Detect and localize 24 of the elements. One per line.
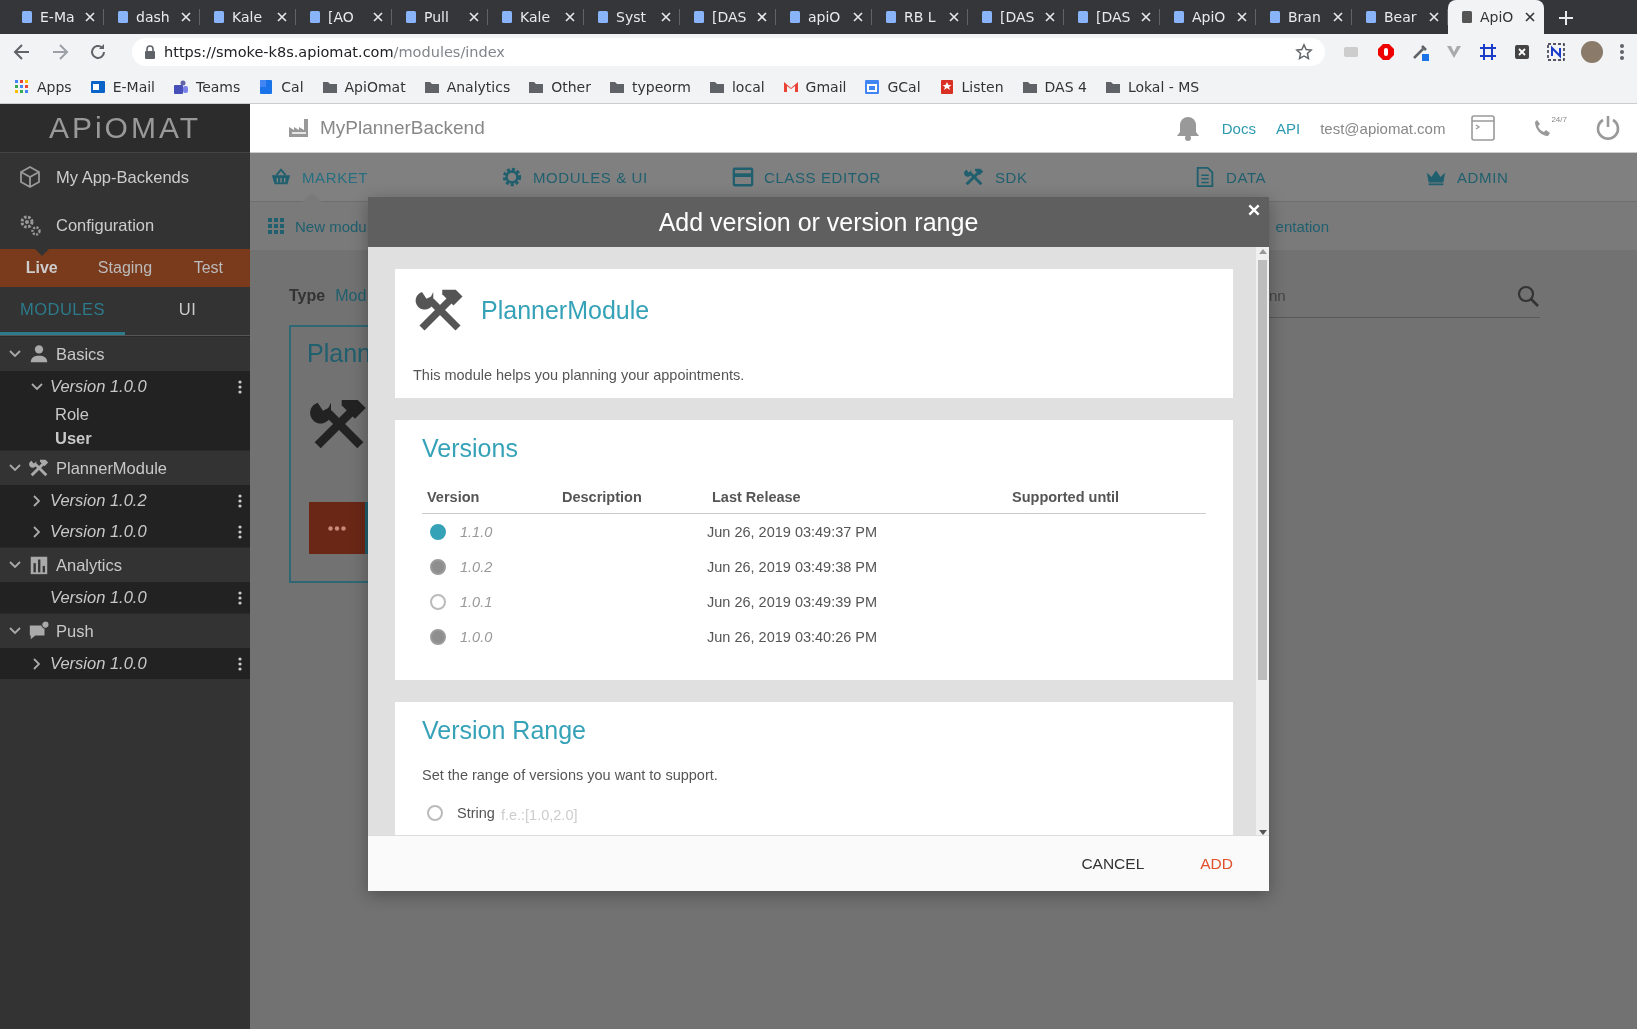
dialog-title: Add version or version range xyxy=(658,207,979,237)
version-number: 1.0.0 xyxy=(460,628,493,645)
column-header: Supported until xyxy=(1007,489,1206,514)
app-name: MyPlannerBackend xyxy=(320,117,486,139)
column-header: Description xyxy=(557,489,707,514)
module-card-title: Plann xyxy=(307,339,372,368)
version-number: 1.0.2 xyxy=(460,558,493,575)
range-description: Set the range of versions you want to support. xyxy=(422,767,719,783)
column-header: Version xyxy=(422,489,557,514)
version-number: 1.0.1 xyxy=(460,593,493,610)
url-text: https://smoke-k8s.apiomat.com/modules/index xyxy=(164,44,505,60)
release-date: Jun 26, 2019 03:49:37 PM xyxy=(707,522,879,542)
release-date: Jun 26, 2019 03:49:38 PM xyxy=(707,557,879,577)
release-date: Jun 26, 2019 03:40:26 PM xyxy=(707,627,879,647)
version-number: 1.1.0 xyxy=(460,523,493,540)
logo: APiOMAT xyxy=(48,111,202,145)
section-title: Versions xyxy=(422,434,519,463)
module-description: This module helps you planning your appointments. xyxy=(413,367,746,383)
section-title: Version Range xyxy=(422,716,587,745)
filter-label: Type xyxy=(289,287,326,305)
release-date: Jun 26, 2019 03:49:39 PM xyxy=(707,592,879,612)
option-label: String xyxy=(457,805,495,821)
column-header: Last Release xyxy=(707,489,1007,514)
module-name: PlannerModule xyxy=(481,295,650,325)
